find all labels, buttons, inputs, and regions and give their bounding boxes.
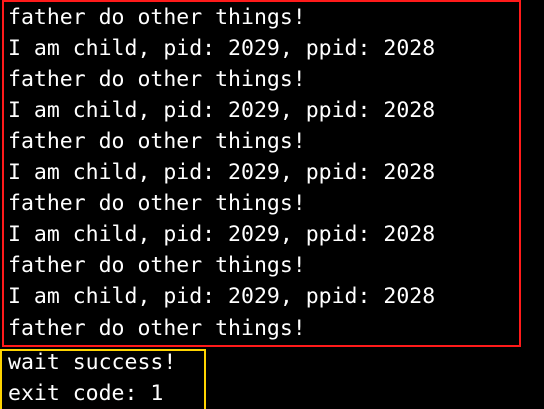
wait-result-highlight-box [0, 349, 206, 409]
terminal-window[interactable]: father do other things! I am child, pid:… [0, 0, 544, 409]
loop-output-highlight-box [2, 0, 521, 347]
